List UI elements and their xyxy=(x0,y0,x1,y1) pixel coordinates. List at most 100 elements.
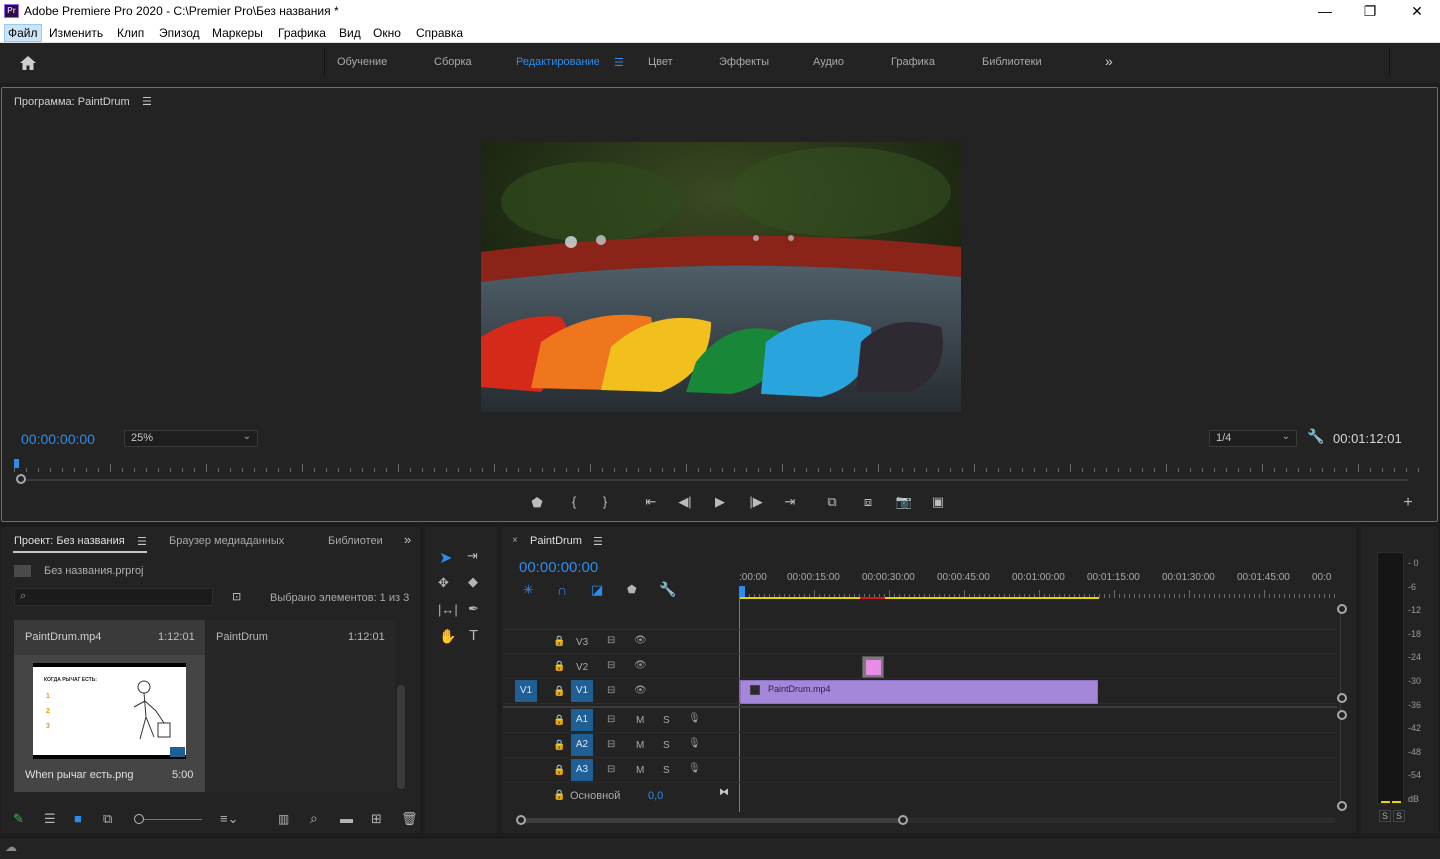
more-workspaces-icon[interactable]: » xyxy=(1105,53,1113,69)
go-to-out-icon[interactable]: ⇥ xyxy=(781,494,799,510)
razor-tool-icon[interactable]: ◆ xyxy=(468,574,478,590)
solo-right-button[interactable]: S xyxy=(1393,810,1406,822)
tab-libraries[interactable]: Библиотеи xyxy=(328,535,383,547)
lock-icon[interactable]: 🔒 xyxy=(553,790,565,801)
timeline-tab[interactable]: PaintDrum xyxy=(530,535,582,547)
thumb-size-handle[interactable] xyxy=(134,814,144,824)
camera-icon[interactable]: 📷 xyxy=(895,494,913,510)
mute-button[interactable]: M xyxy=(636,715,644,726)
mute-button[interactable]: M xyxy=(636,740,644,751)
track-target-a3[interactable]: A3 xyxy=(571,759,593,781)
track-target-a2[interactable]: A2 xyxy=(571,734,593,756)
sync-lock-icon[interactable]: ⊟ xyxy=(607,635,615,646)
vertical-scroll-handle[interactable] xyxy=(1337,710,1347,720)
workspace-audio[interactable]: Аудио xyxy=(813,56,844,68)
go-to-in-icon[interactable]: ⇤ xyxy=(642,494,660,510)
new-bin-icon[interactable]: ▬ xyxy=(340,811,353,826)
source-patch-v1[interactable]: V1 xyxy=(515,680,537,702)
add-button-icon[interactable]: + xyxy=(1399,494,1417,512)
workspace-effects[interactable]: Эффекты xyxy=(719,56,769,68)
program-timecode[interactable]: 00:00:00:00 xyxy=(21,431,95,447)
eye-icon[interactable]: 👁 xyxy=(634,660,647,671)
more-tabs-icon[interactable]: » xyxy=(404,532,411,547)
menu-view[interactable]: Вид xyxy=(336,25,364,41)
program-ruler[interactable] xyxy=(14,460,1420,472)
vertical-scroll-handle[interactable] xyxy=(1337,604,1347,614)
horizontal-scroll-handle[interactable] xyxy=(516,815,526,825)
lock-icon[interactable]: 🔒 xyxy=(553,740,565,751)
home-icon[interactable] xyxy=(19,55,37,71)
graphic-clip-v2[interactable] xyxy=(862,656,884,678)
search-icon[interactable]: ⌕ xyxy=(310,810,318,827)
solo-left-button[interactable]: S xyxy=(1379,810,1392,822)
sync-lock-icon[interactable]: ⊟ xyxy=(607,660,615,671)
menu-file[interactable]: Файл xyxy=(4,24,42,42)
workspace-learning[interactable]: Обучение xyxy=(337,56,387,68)
mark-out-icon[interactable]: } xyxy=(596,494,614,509)
ripple-edit-tool-icon[interactable]: ✥ xyxy=(438,575,449,591)
creative-cloud-icon[interactable]: ☁ xyxy=(5,840,17,854)
add-marker-icon[interactable]: ⬟ xyxy=(528,495,546,511)
type-tool-icon[interactable]: T xyxy=(469,627,478,644)
play-icon[interactable]: ▶ xyxy=(711,494,729,510)
wrench-icon[interactable]: 🔧 xyxy=(1307,428,1324,445)
pencil-icon[interactable]: ✎ xyxy=(13,811,24,827)
search-input[interactable]: ⌕ xyxy=(14,588,213,606)
close-icon[interactable]: ✕ xyxy=(1394,0,1440,23)
automate-icon[interactable]: ▥ xyxy=(278,812,289,826)
lift-icon[interactable]: ⧉ xyxy=(823,494,841,510)
hand-tool-icon[interactable]: ✋ xyxy=(439,628,456,645)
tab-project[interactable]: Проект: Без названия xyxy=(14,535,125,547)
track-label[interactable]: V2 xyxy=(576,662,588,673)
menu-window[interactable]: Окно xyxy=(370,25,404,41)
sequence-item[interactable]: PaintDrum 1:12:01 xyxy=(206,620,395,792)
zoom-select[interactable]: 25% ⌄ xyxy=(124,430,258,447)
png-item[interactable]: КОГДА РЫЧАГ ЕСТЬ: 1 2 3 When рычаг есть.… xyxy=(14,655,205,792)
step-back-icon[interactable]: ◀| xyxy=(676,494,694,510)
eye-icon[interactable]: 👁 xyxy=(634,635,647,646)
microphone-icon[interactable]: 🎙 xyxy=(688,763,701,774)
menu-clip[interactable]: Клип xyxy=(114,25,147,41)
menu-edit[interactable]: Изменить xyxy=(46,25,106,41)
sync-lock-icon[interactable]: ⊟ xyxy=(607,764,615,775)
step-forward-icon[interactable]: |▶ xyxy=(747,494,765,510)
mark-in-icon[interactable]: { xyxy=(565,494,583,509)
panel-menu-icon[interactable]: ☰ xyxy=(142,95,152,108)
timeline-timecode[interactable]: 00:00:00:00 xyxy=(519,559,598,576)
microphone-icon[interactable]: 🎙 xyxy=(688,713,701,724)
workspace-libraries[interactable]: Библиотеки xyxy=(982,56,1042,68)
panel-menu-icon[interactable]: ☰ xyxy=(593,535,603,548)
icon-view-icon[interactable]: ■ xyxy=(74,811,82,826)
maximize-icon[interactable]: ❐ xyxy=(1347,0,1393,23)
eye-icon[interactable]: 👁 xyxy=(634,685,647,696)
video-audio-divider[interactable] xyxy=(503,706,1337,708)
mute-button[interactable]: M xyxy=(636,765,644,776)
vertical-scroll-handle[interactable] xyxy=(1337,801,1347,811)
minimize-icon[interactable]: — xyxy=(1302,0,1348,23)
horizontal-scroll-thumb[interactable] xyxy=(522,818,902,823)
thumb-size-slider[interactable] xyxy=(140,819,202,820)
new-item-icon[interactable]: ⊞ xyxy=(371,811,382,827)
menu-graphics[interactable]: Графика xyxy=(275,25,329,41)
program-scroll-handle-left[interactable] xyxy=(16,474,26,484)
extract-icon[interactable]: ⧈ xyxy=(859,494,877,510)
lock-icon[interactable]: 🔒 xyxy=(553,661,565,672)
sync-lock-icon[interactable]: ⊟ xyxy=(607,739,615,750)
list-view-icon[interactable]: ☰ xyxy=(44,811,56,827)
solo-button[interactable]: S xyxy=(663,740,670,751)
workspace-color[interactable]: Цвет xyxy=(648,56,673,68)
compare-view-icon[interactable]: ▣ xyxy=(929,494,947,510)
trash-icon[interactable]: 🗑 xyxy=(401,811,418,827)
track-label[interactable]: V3 xyxy=(576,637,588,648)
vertical-scroll-handle[interactable] xyxy=(1337,693,1347,703)
tab-media-browser[interactable]: Браузер медиаданных xyxy=(169,535,284,547)
workspace-editing[interactable]: Редактирование xyxy=(516,56,600,68)
panel-menu-icon[interactable]: ☰ xyxy=(137,535,147,548)
go-to-edit-icon[interactable]: ⧓ xyxy=(719,787,729,798)
find-bin-icon[interactable]: ⊡ xyxy=(232,590,241,603)
track-select-tool-icon[interactable]: ⇥ xyxy=(467,548,478,564)
freeform-view-icon[interactable]: ⧉ xyxy=(103,811,112,827)
lock-icon[interactable]: 🔒 xyxy=(553,636,565,647)
pen-tool-icon[interactable]: ✒ xyxy=(468,601,479,617)
track-target-a1[interactable]: A1 xyxy=(571,709,593,731)
